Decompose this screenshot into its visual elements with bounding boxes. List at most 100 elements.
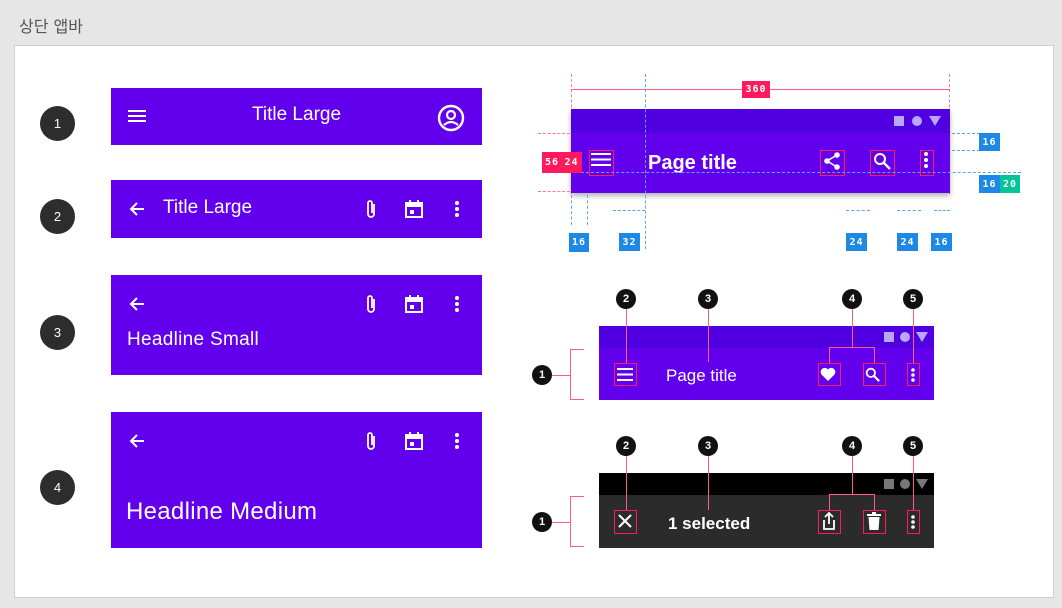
right-guide-2	[952, 150, 980, 151]
height-bottom-guide	[538, 191, 570, 192]
bottom-badge-4: 24	[897, 233, 918, 251]
variant-number-4: 4	[40, 470, 75, 505]
bracket-1-bottom	[570, 546, 584, 547]
status-triangle-icon	[916, 332, 928, 342]
arrow-back-icon[interactable]	[125, 429, 149, 453]
bracket-4-left	[829, 347, 830, 363]
bracket-4	[829, 347, 875, 348]
status-triangle-icon	[929, 116, 941, 126]
marker-5: 5	[903, 436, 923, 456]
leader-2	[626, 456, 627, 510]
bracket-1-top	[570, 349, 584, 350]
margin-left-badge: 24	[561, 152, 582, 173]
anatomy-search-box	[863, 363, 886, 386]
more-vert-icon[interactable]	[445, 429, 469, 453]
anatomy-contextual-title: 1 selected	[668, 514, 751, 533]
anatomy-more-box-contextual	[907, 510, 920, 534]
calendar-icon[interactable]	[402, 429, 426, 453]
width-badge: 360	[742, 81, 770, 98]
marker-3: 3	[698, 289, 718, 309]
height-badge: 56	[542, 152, 562, 173]
leader-4	[852, 456, 853, 494]
bottom-guide-3	[613, 210, 645, 211]
variant-4-title: Headline Medium	[126, 498, 318, 525]
marker-3: 3	[698, 436, 718, 456]
variant-number-1: 1	[40, 106, 75, 141]
marker-2: 2	[616, 289, 636, 309]
marker-4: 4	[842, 436, 862, 456]
bracket-1-top	[570, 496, 584, 497]
bottom-badge-5: 16	[931, 233, 952, 251]
attach-icon[interactable]	[359, 292, 383, 316]
keyline-guide	[645, 74, 646, 249]
marker-4: 4	[842, 289, 862, 309]
baseline-guide	[571, 172, 1021, 173]
calendar-icon[interactable]	[402, 197, 426, 221]
bracket-4-right	[874, 347, 875, 363]
variant-number-3: 3	[40, 315, 75, 350]
more-vert-icon[interactable]	[445, 292, 469, 316]
status-circle-icon	[900, 332, 910, 342]
anatomy-delete-box	[863, 510, 886, 534]
bracket-1	[570, 349, 571, 400]
status-circle-icon	[900, 479, 910, 489]
leader-3	[708, 309, 709, 362]
bracket-4	[829, 494, 875, 495]
attach-icon[interactable]	[359, 429, 383, 453]
height-top-guide	[538, 133, 570, 134]
variant-2-appbar: Title Large	[111, 180, 482, 238]
leader-2	[626, 309, 627, 363]
account-circle-icon[interactable]	[437, 104, 465, 132]
calendar-icon[interactable]	[402, 292, 426, 316]
marker-1: 1	[532, 512, 552, 532]
more-vert-icon[interactable]	[445, 197, 469, 221]
anatomy-heart-box	[818, 363, 841, 386]
anatomy-share-box	[818, 510, 841, 534]
anatomy-close-box	[614, 510, 637, 534]
anatomy-nav-box	[614, 363, 637, 386]
leader-1	[552, 375, 570, 376]
status-square-icon	[884, 332, 894, 342]
variant-1-appbar: Title Large	[111, 88, 482, 145]
anatomy-more-box	[907, 363, 920, 386]
bottom-guide-5	[897, 210, 921, 211]
arrow-back-icon[interactable]	[125, 292, 149, 316]
anatomy-regular-title: Page title	[666, 366, 737, 385]
bottom-guide-2	[587, 195, 588, 225]
right-badge-top: 16	[979, 133, 1000, 151]
variant-number-2: 2	[40, 199, 75, 234]
bracket-1-bottom	[570, 399, 584, 400]
arrow-back-icon[interactable]	[125, 197, 149, 221]
bracket-4-right	[874, 494, 875, 510]
bottom-guide-1	[571, 195, 572, 225]
attach-icon[interactable]	[359, 197, 383, 221]
variant-3-appbar: Headline Small	[111, 275, 482, 375]
bottom-guide-4	[846, 210, 870, 211]
bottom-guide-6	[934, 210, 950, 211]
leader-5	[913, 309, 914, 363]
leader-4	[852, 309, 853, 347]
bracket-1	[570, 496, 571, 547]
leader-1	[552, 522, 570, 523]
variant-1-title: Title Large	[251, 104, 342, 125]
leader-3	[708, 456, 709, 510]
right-badge-middle: 16	[979, 175, 1000, 193]
status-square-icon	[884, 479, 894, 489]
variant-4-appbar: Headline Medium	[111, 412, 482, 548]
marker-1: 1	[532, 365, 552, 385]
right-badge-green: 20	[1000, 175, 1020, 193]
status-triangle-icon	[916, 479, 928, 489]
leader-5	[913, 456, 914, 510]
variant-3-title: Headline Small	[127, 329, 259, 350]
bottom-badge-2: 32	[619, 233, 640, 251]
bottom-badge-1: 16	[569, 233, 589, 252]
right-guide-1	[952, 133, 980, 134]
bottom-badge-3: 24	[846, 233, 867, 251]
marker-5: 5	[903, 289, 923, 309]
page-header: 상단 앱바	[19, 17, 83, 36]
bracket-4-left	[829, 494, 830, 510]
status-circle-icon	[912, 116, 922, 126]
variant-2-title: Title Large	[163, 197, 253, 218]
marker-2: 2	[616, 436, 636, 456]
status-square-icon	[894, 116, 904, 126]
